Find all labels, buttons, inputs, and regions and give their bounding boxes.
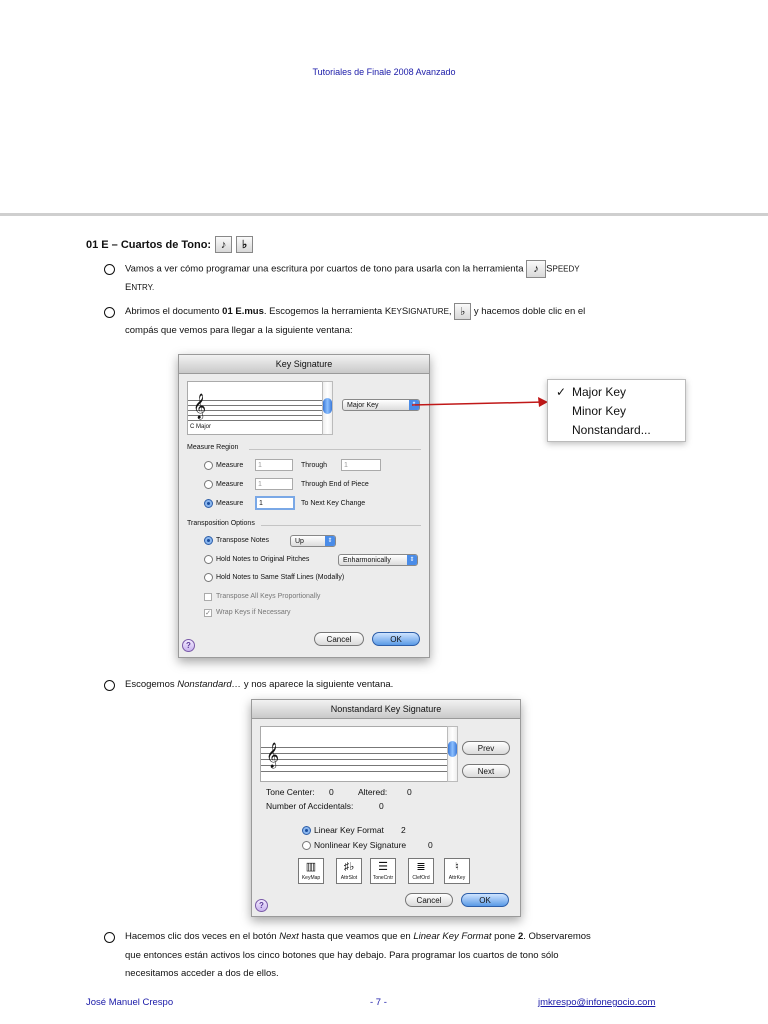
measure-from-field[interactable]: 1 [255,459,293,471]
transpose-all-checkbox[interactable] [204,593,212,601]
help-button[interactable]: ? [182,639,195,652]
pointer-arrow [411,397,548,407]
key-signature-dialog: Key Signature 𝄞 C Major Major Key ⇕ Meas… [178,354,430,658]
bullet-icon [104,680,115,691]
cancel-button[interactable]: Cancel [405,893,453,907]
staff-preview: 𝄞 C Major [187,381,323,435]
attribute-key-icon: ♮ [455,861,459,873]
measure-from-field[interactable]: 1 [255,478,293,490]
keymap-tool-button[interactable]: ▥ KeyMap [298,858,324,884]
attribute-key-tool-button[interactable]: ♮ AttrKey [444,858,470,884]
key-scrollbar[interactable] [447,726,458,782]
key-signature-icon: ♭ [454,303,472,320]
section-title: 01 E – Cuartos de Tono: ♪ ♭ [86,236,254,253]
ok-button[interactable]: OK [461,893,509,907]
attribute-slot-tool-button[interactable]: ♯♭ AttrSlot [336,858,362,884]
scroll-thumb[interactable] [448,741,457,757]
treble-clef-icon: 𝄞 [266,743,280,768]
measure-to-field[interactable]: 1 [341,459,381,471]
staff-caption: C Major [190,424,212,430]
nonlinear-key-value: 0 [428,840,433,850]
staff-preview: 𝄞 [260,726,448,782]
arrow-line [411,401,545,406]
key-signature-icon: ♭ [236,236,254,253]
header-title: Tutoriales de Finale 2008 Avanzado [312,67,456,77]
treble-clef-icon: 𝄞 [193,394,207,419]
dialog-title: Key Signature [179,355,429,374]
wrap-keys-checkbox[interactable]: ✓ [204,609,212,617]
tone-center-value: 0 [329,787,334,797]
bullet-icon [104,264,115,275]
prev-button[interactable]: Prev [462,741,510,755]
tone-center-tool-button[interactable]: ☰ ToneCntr [370,858,396,884]
key-type-menu: ✓ Major Key Minor Key Nonstandard... [547,379,686,442]
num-accidentals-label: Number of Accidentals: [266,801,354,811]
popup-arrows-icon: ⇕ [325,536,335,546]
menu-item-major-key[interactable]: Major Key [572,385,626,399]
measure-next-change-radio[interactable] [204,499,213,508]
hold-original-radio[interactable] [204,555,213,564]
dialog-title: Nonstandard Key Signature [252,700,520,719]
header-divider [0,213,768,216]
altered-value: 0 [407,787,412,797]
bullet-icon [104,307,115,318]
measure-end-radio[interactable] [204,480,213,489]
transposition-label: Transposition Options [187,520,255,527]
transpose-notes-radio[interactable] [204,536,213,545]
clef-order-icon: ≣ [416,861,426,873]
menu-item-minor-key[interactable]: Minor Key [572,404,626,418]
tone-center-icon: ☰ [378,861,388,873]
num-accidentals-value: 0 [379,801,384,811]
menu-item-nonstandard[interactable]: Nonstandard... [572,423,651,437]
paragraph-1: Vamos a ver cómo programar una escritura… [125,260,670,298]
popup-arrows-icon: ⇕ [407,555,417,565]
keymap-icon: ▥ [305,861,317,873]
next-button[interactable]: Next [462,764,510,778]
measure-from-field[interactable]: 1 [255,496,295,510]
linear-key-format-radio[interactable] [302,826,311,835]
tone-center-label: Tone Center: [266,787,315,797]
ok-button[interactable]: OK [372,632,420,646]
clef-order-tool-button[interactable]: ≣ ClefOrd [408,858,434,884]
checkmark-icon: ✓ [556,385,567,399]
paragraph-4: Hacemos clic dos veces en el botón Next … [125,931,591,979]
footer-email-link[interactable]: jmkrespo@infonegocio.com [538,997,655,1008]
hold-staff-lines-radio[interactable] [204,573,213,582]
speedy-entry-icon: ♪ [526,260,547,278]
linear-key-value: 2 [401,825,406,835]
footer-author: José Manuel Crespo [86,997,174,1008]
enharmonic-popup[interactable]: Enharmonically ⇕ [338,554,418,566]
measure-region-label: Measure Region [187,444,239,451]
cancel-button[interactable]: Cancel [314,632,364,646]
paragraph-2: Abrimos el documento 01 E.mus. Escogemos… [125,303,670,340]
speedy-entry-icon: ♪ [215,236,233,253]
transpose-direction-popup[interactable]: Up ⇕ [290,535,336,547]
altered-label: Altered: [358,787,388,797]
bullet-icon [104,932,115,943]
help-button[interactable]: ? [255,899,268,912]
accidental-icon: ♯♭ [343,861,355,873]
nonstandard-key-dialog: Nonstandard Key Signature 𝄞 Prev Next To… [251,699,521,917]
key-scrollbar[interactable] [322,381,333,435]
scroll-thumb[interactable] [323,398,332,414]
paragraph-3: Escogemos Nonstandard… y nos aparece la … [125,679,394,690]
nonlinear-key-radio[interactable] [302,841,311,850]
measure-range-radio[interactable] [204,461,213,470]
key-type-popup[interactable]: Major Key ⇕ [342,399,420,411]
page-number: - 7 - [370,997,387,1008]
section-title-text: 01 E – Cuartos de Tono: [86,238,212,251]
